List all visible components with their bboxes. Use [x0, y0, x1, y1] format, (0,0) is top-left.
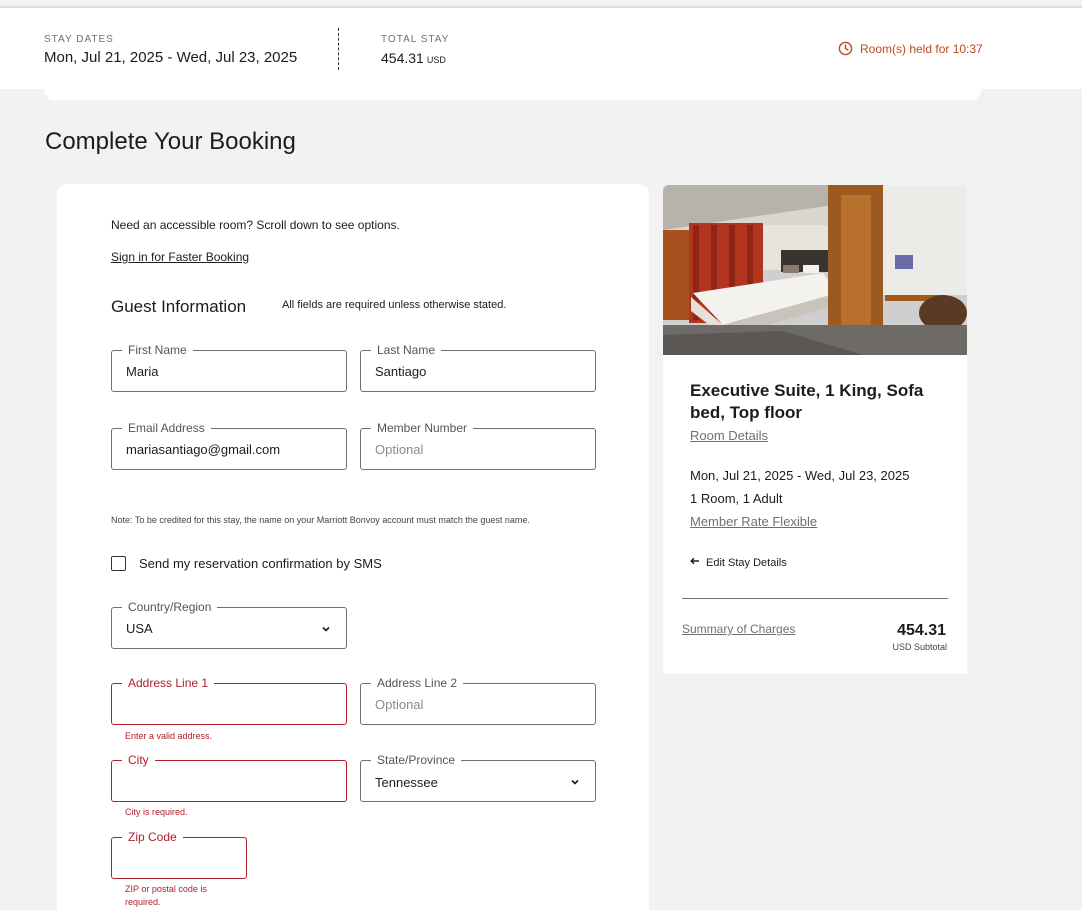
member-number-placeholder[interactable]: Optional	[375, 442, 423, 457]
email-value[interactable]: mariasantiago@gmail.com	[126, 442, 280, 457]
name-credit-note: Note: To be credited for this stay, the …	[111, 515, 530, 525]
email-field[interactable]: Email Address mariasantiago@gmail.com	[111, 420, 347, 470]
last-name-label: Last Name	[371, 342, 442, 358]
member-number-field[interactable]: Member Number Optional	[360, 420, 596, 470]
rate-plan-link[interactable]: Member Rate Flexible	[690, 514, 817, 529]
hold-timer-text: Room(s) held for 10:37	[860, 41, 983, 56]
sms-label: Send my reservation confirmation by SMS	[139, 556, 382, 571]
clock-icon	[838, 41, 853, 56]
city-error-message: City is required.	[125, 807, 188, 817]
country-label: Country/Region	[122, 599, 218, 615]
address-line-2-placeholder[interactable]: Optional	[375, 697, 423, 712]
last-name-value[interactable]: Santiago	[375, 364, 426, 379]
sms-checkbox[interactable]	[111, 556, 126, 571]
city-label: City	[122, 752, 155, 768]
room-photo	[663, 185, 967, 355]
arrow-left-icon	[690, 556, 700, 569]
total-stay-value: 454.31 USD	[381, 50, 449, 66]
first-name-label: First Name	[122, 342, 193, 358]
summary-room-guests: 1 Room, 1 Adult	[690, 491, 783, 506]
sms-confirmation-option[interactable]: Send my reservation confirmation by SMS	[111, 556, 382, 571]
edit-stay-details-button[interactable]: Edit Stay Details	[690, 556, 787, 569]
sign-in-link[interactable]: Sign in for Faster Booking	[111, 250, 249, 264]
state-select[interactable]: State/Province Tennessee	[360, 752, 596, 802]
state-value: Tennessee	[375, 775, 438, 790]
total-stay-amount: 454.31	[381, 50, 424, 66]
city-field[interactable]: City	[111, 752, 347, 802]
member-number-label: Member Number	[371, 420, 474, 436]
guest-information-heading: Guest Information	[111, 297, 247, 316]
first-name-field[interactable]: First Name Maria	[111, 342, 347, 392]
required-fields-note: All fields are required unless otherwise…	[282, 299, 507, 311]
country-select[interactable]: Country/Region USA	[111, 599, 347, 649]
summary-of-charges-link[interactable]: Summary of Charges	[682, 622, 795, 636]
zip-error-line-1: ZIP or postal code is	[125, 884, 207, 894]
total-stay-block: TOTAL STAY 454.31 USD	[381, 34, 449, 66]
address-error-message: Enter a valid address.	[125, 731, 213, 741]
stay-dates-block: STAY DATES Mon, Jul 21, 2025 - Wed, Jul …	[44, 34, 297, 66]
stay-header: STAY DATES Mon, Jul 21, 2025 - Wed, Jul …	[0, 8, 1082, 89]
header-divider	[338, 28, 339, 70]
address-line-1-label: Address Line 1	[122, 675, 215, 691]
stay-dates-label: STAY DATES	[44, 34, 114, 45]
address-line-2-label: Address Line 2	[371, 675, 464, 691]
zip-error-message: ZIP or postal code is required.	[125, 883, 207, 909]
country-value: USA	[126, 621, 153, 636]
room-name: Executive Suite, 1 King, Sofa bed, Top f…	[690, 381, 924, 422]
chevron-down-icon	[569, 775, 581, 793]
total-stay-label: TOTAL STAY	[381, 34, 450, 45]
zip-error-line-2: required.	[125, 897, 161, 907]
header-card-edge	[44, 89, 981, 100]
last-name-field[interactable]: Last Name Santiago	[360, 342, 596, 392]
first-name-value[interactable]: Maria	[126, 364, 159, 379]
subtotal-amount: 454.31	[897, 622, 946, 639]
chevron-down-icon	[320, 622, 332, 640]
room-details-link[interactable]: Room Details	[690, 428, 768, 443]
state-label: State/Province	[371, 752, 462, 768]
summary-stay-dates: Mon, Jul 21, 2025 - Wed, Jul 23, 2025	[690, 468, 910, 483]
subtotal-label: USD Subtotal	[892, 642, 947, 652]
room-hold-timer: Room(s) held for 10:37	[838, 41, 983, 56]
zip-code-label: Zip Code	[122, 829, 183, 845]
summary-divider	[682, 598, 948, 599]
email-label: Email Address	[122, 420, 211, 436]
accessible-room-note: Need an accessible room? Scroll down to …	[111, 218, 400, 232]
page-title: Complete Your Booking	[45, 128, 296, 155]
address-line-2-field[interactable]: Address Line 2 Optional	[360, 675, 596, 725]
address-line-1-field[interactable]: Address Line 1	[111, 675, 347, 725]
zip-code-field[interactable]: Zip Code	[111, 829, 247, 879]
stay-dates-value: Mon, Jul 21, 2025 - Wed, Jul 23, 2025	[44, 49, 298, 66]
total-stay-currency: USD	[426, 55, 446, 65]
edit-stay-label: Edit Stay Details	[706, 556, 787, 569]
